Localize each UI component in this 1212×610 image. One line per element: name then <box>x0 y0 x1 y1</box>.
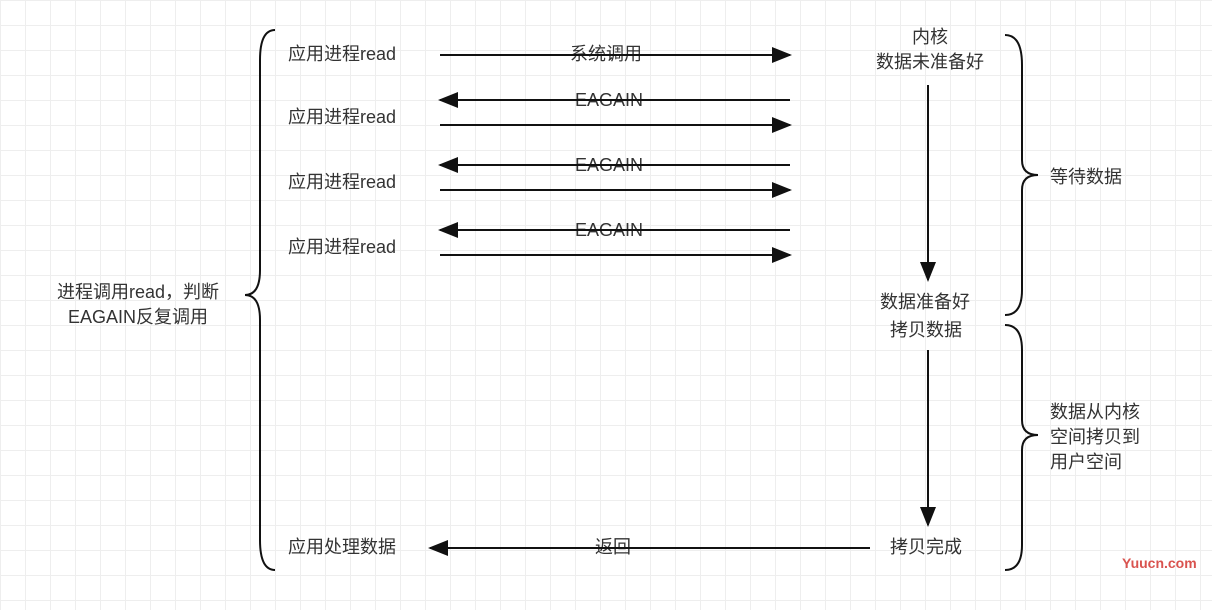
watermark: Yuucn.com <box>1122 555 1197 571</box>
left-annotation: 进程调用read，判断 EAGAIN反复调用 <box>28 280 248 330</box>
right-annotation-bottom: 数据从内核 空间拷贝到 用户空间 <box>1050 400 1140 476</box>
kernel-copy: 拷贝数据 <box>890 318 962 343</box>
kernel-ready: 数据准备好 <box>880 290 970 315</box>
arrow-label-3: EAGAIN <box>575 218 643 243</box>
read-call-1: 应用进程read <box>288 105 396 130</box>
arrow-label-0: 系统调用 <box>570 42 642 67</box>
app-done: 应用处理数据 <box>288 535 396 560</box>
read-call-3: 应用进程read <box>288 235 396 260</box>
kernel-top: 内核 数据未准备好 <box>855 25 1005 75</box>
return-label: 返回 <box>595 535 631 560</box>
arrow-label-2: EAGAIN <box>575 153 643 178</box>
arrow-label-1: EAGAIN <box>575 88 643 113</box>
kernel-done: 拷贝完成 <box>890 535 962 560</box>
read-call-2: 应用进程read <box>288 170 396 195</box>
right-annotation-top: 等待数据 <box>1050 165 1122 190</box>
read-call-0: 应用进程read <box>288 42 396 67</box>
